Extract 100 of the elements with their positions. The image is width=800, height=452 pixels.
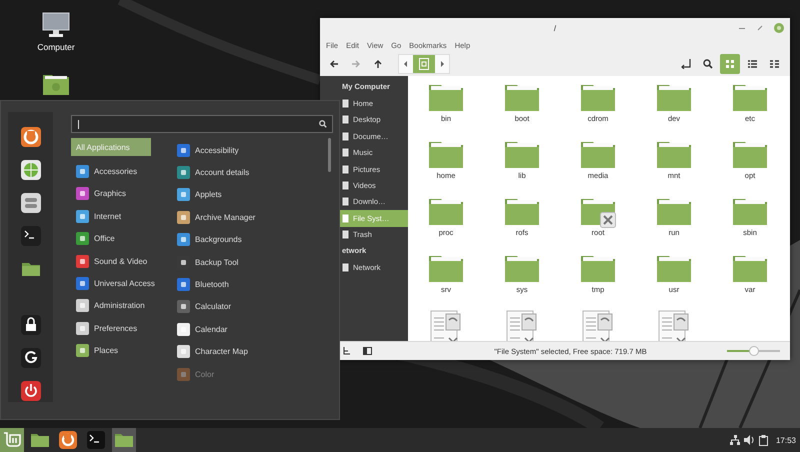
category-label: Administration [94, 301, 145, 310]
app-item[interactable]: Archive Manager [177, 206, 256, 229]
app-icon [177, 322, 190, 336]
document-icon[interactable] [506, 310, 538, 341]
search-field[interactable] [71, 115, 333, 133]
forward-arrow-icon [351, 59, 361, 69]
logo-icon [3, 432, 21, 448]
category-label: Internet [94, 212, 122, 221]
app-label: Character Map [195, 347, 248, 356]
back-arrow-icon [329, 59, 339, 69]
category-label: Places [94, 346, 118, 356]
app-item[interactable]: Backgrounds [177, 228, 256, 251]
app-item[interactable]: Applets [177, 184, 256, 206]
category-item[interactable]: Administration [71, 294, 177, 318]
clock[interactable]: 17:53 [776, 436, 796, 444]
network-icon[interactable] [730, 435, 740, 445]
drive-path-button[interactable] [413, 55, 435, 73]
logout-icon[interactable] [20, 348, 40, 368]
software-icon[interactable] [20, 160, 40, 180]
app-item[interactable]: Calculator [177, 296, 256, 318]
app-label: Account details [195, 168, 250, 178]
app-icon [177, 278, 190, 292]
close-icon[interactable] [774, 23, 784, 33]
browser-icon [59, 431, 77, 449]
return-arrow-icon [680, 59, 692, 69]
columns-icon [770, 60, 778, 68]
app-label: Calculator [195, 302, 232, 312]
category-label: Accessories [94, 167, 138, 176]
app-icon [177, 233, 190, 246]
maximize-icon[interactable] [756, 24, 764, 32]
app-label: Backgrounds [195, 235, 242, 244]
slider-thumb[interactable] [748, 346, 758, 356]
lock-icon[interactable] [20, 315, 40, 335]
app-item[interactable]: Account details [177, 161, 256, 184]
category-item[interactable]: Accessories [71, 160, 177, 183]
app-label: Accessibility [195, 146, 239, 155]
taskbar-button[interactable] [84, 428, 108, 452]
grid-icon [726, 60, 734, 68]
category-item[interactable]: Office [71, 228, 177, 250]
category-label: Sound & Video [94, 256, 148, 266]
app-label: Bluetooth [195, 280, 229, 290]
category-item[interactable]: Sound & Video [71, 250, 177, 272]
app-icon [177, 345, 190, 358]
document-icon[interactable] [582, 310, 614, 341]
terminal-icon[interactable] [20, 226, 40, 246]
folder-icon[interactable] [42, 72, 70, 96]
toggle-sidebar-button[interactable] [360, 344, 374, 358]
app-label: Color [195, 370, 214, 379]
clipboard-icon[interactable] [758, 434, 768, 446]
menu-button[interactable] [0, 428, 24, 452]
app-label: Backup Tool [195, 258, 238, 267]
settings-icon[interactable] [20, 193, 40, 213]
volume-icon[interactable] [744, 435, 755, 445]
document-icon[interactable] [430, 310, 462, 341]
category-item[interactable]: Universal Access [71, 272, 177, 295]
category-item[interactable]: Preferences [71, 317, 177, 340]
category-icon [76, 232, 89, 246]
chevron-right-icon [440, 61, 444, 67]
terminal-icon [87, 431, 105, 449]
tree-icon [343, 347, 351, 355]
computer-icon[interactable] [42, 12, 70, 38]
place-icon [342, 262, 349, 272]
scrollbar[interactable] [328, 138, 331, 172]
app-icon [177, 368, 190, 381]
search-icon [319, 120, 327, 128]
category-item[interactable]: Graphics [71, 182, 177, 206]
category-icon [76, 254, 89, 268]
power-icon[interactable] [20, 381, 40, 401]
app-item[interactable]: Calendar [177, 318, 256, 341]
app-icon [177, 188, 190, 202]
category-item[interactable]: Places [71, 340, 177, 362]
category-item[interactable]: Internet [71, 205, 177, 228]
category-icon [76, 210, 89, 223]
category-label: Office [94, 234, 115, 244]
taskbar-button[interactable] [56, 428, 80, 452]
category-label: Graphics [94, 189, 126, 198]
app-item[interactable]: Bluetooth [177, 273, 256, 296]
category-label: Universal Access [94, 279, 155, 288]
browser-icon[interactable] [20, 127, 40, 147]
chevron-left-icon [404, 61, 408, 67]
app-item[interactable]: Accessibility [177, 139, 256, 162]
app-label: Archive Manager [195, 212, 256, 222]
list-icon [748, 60, 756, 68]
app-label: Calendar [195, 324, 228, 334]
app-icon [177, 166, 190, 180]
folder-icon [115, 433, 133, 447]
category-label: Preferences [94, 324, 138, 333]
category-icon [76, 299, 89, 312]
app-icon [177, 300, 190, 314]
app-item[interactable]: Backup Tool [177, 250, 256, 274]
app-label: Applets [195, 190, 222, 200]
app-icon [177, 144, 190, 157]
sidebar-icon [362, 347, 372, 355]
window-title: / [554, 24, 556, 32]
desktop-icon-label: Computer [37, 42, 75, 52]
category-icon [76, 322, 89, 335]
app-item[interactable]: Character Map [177, 340, 256, 363]
document-icon[interactable] [658, 310, 690, 341]
category-icon [76, 277, 89, 290]
up-arrow-icon [373, 59, 383, 69]
